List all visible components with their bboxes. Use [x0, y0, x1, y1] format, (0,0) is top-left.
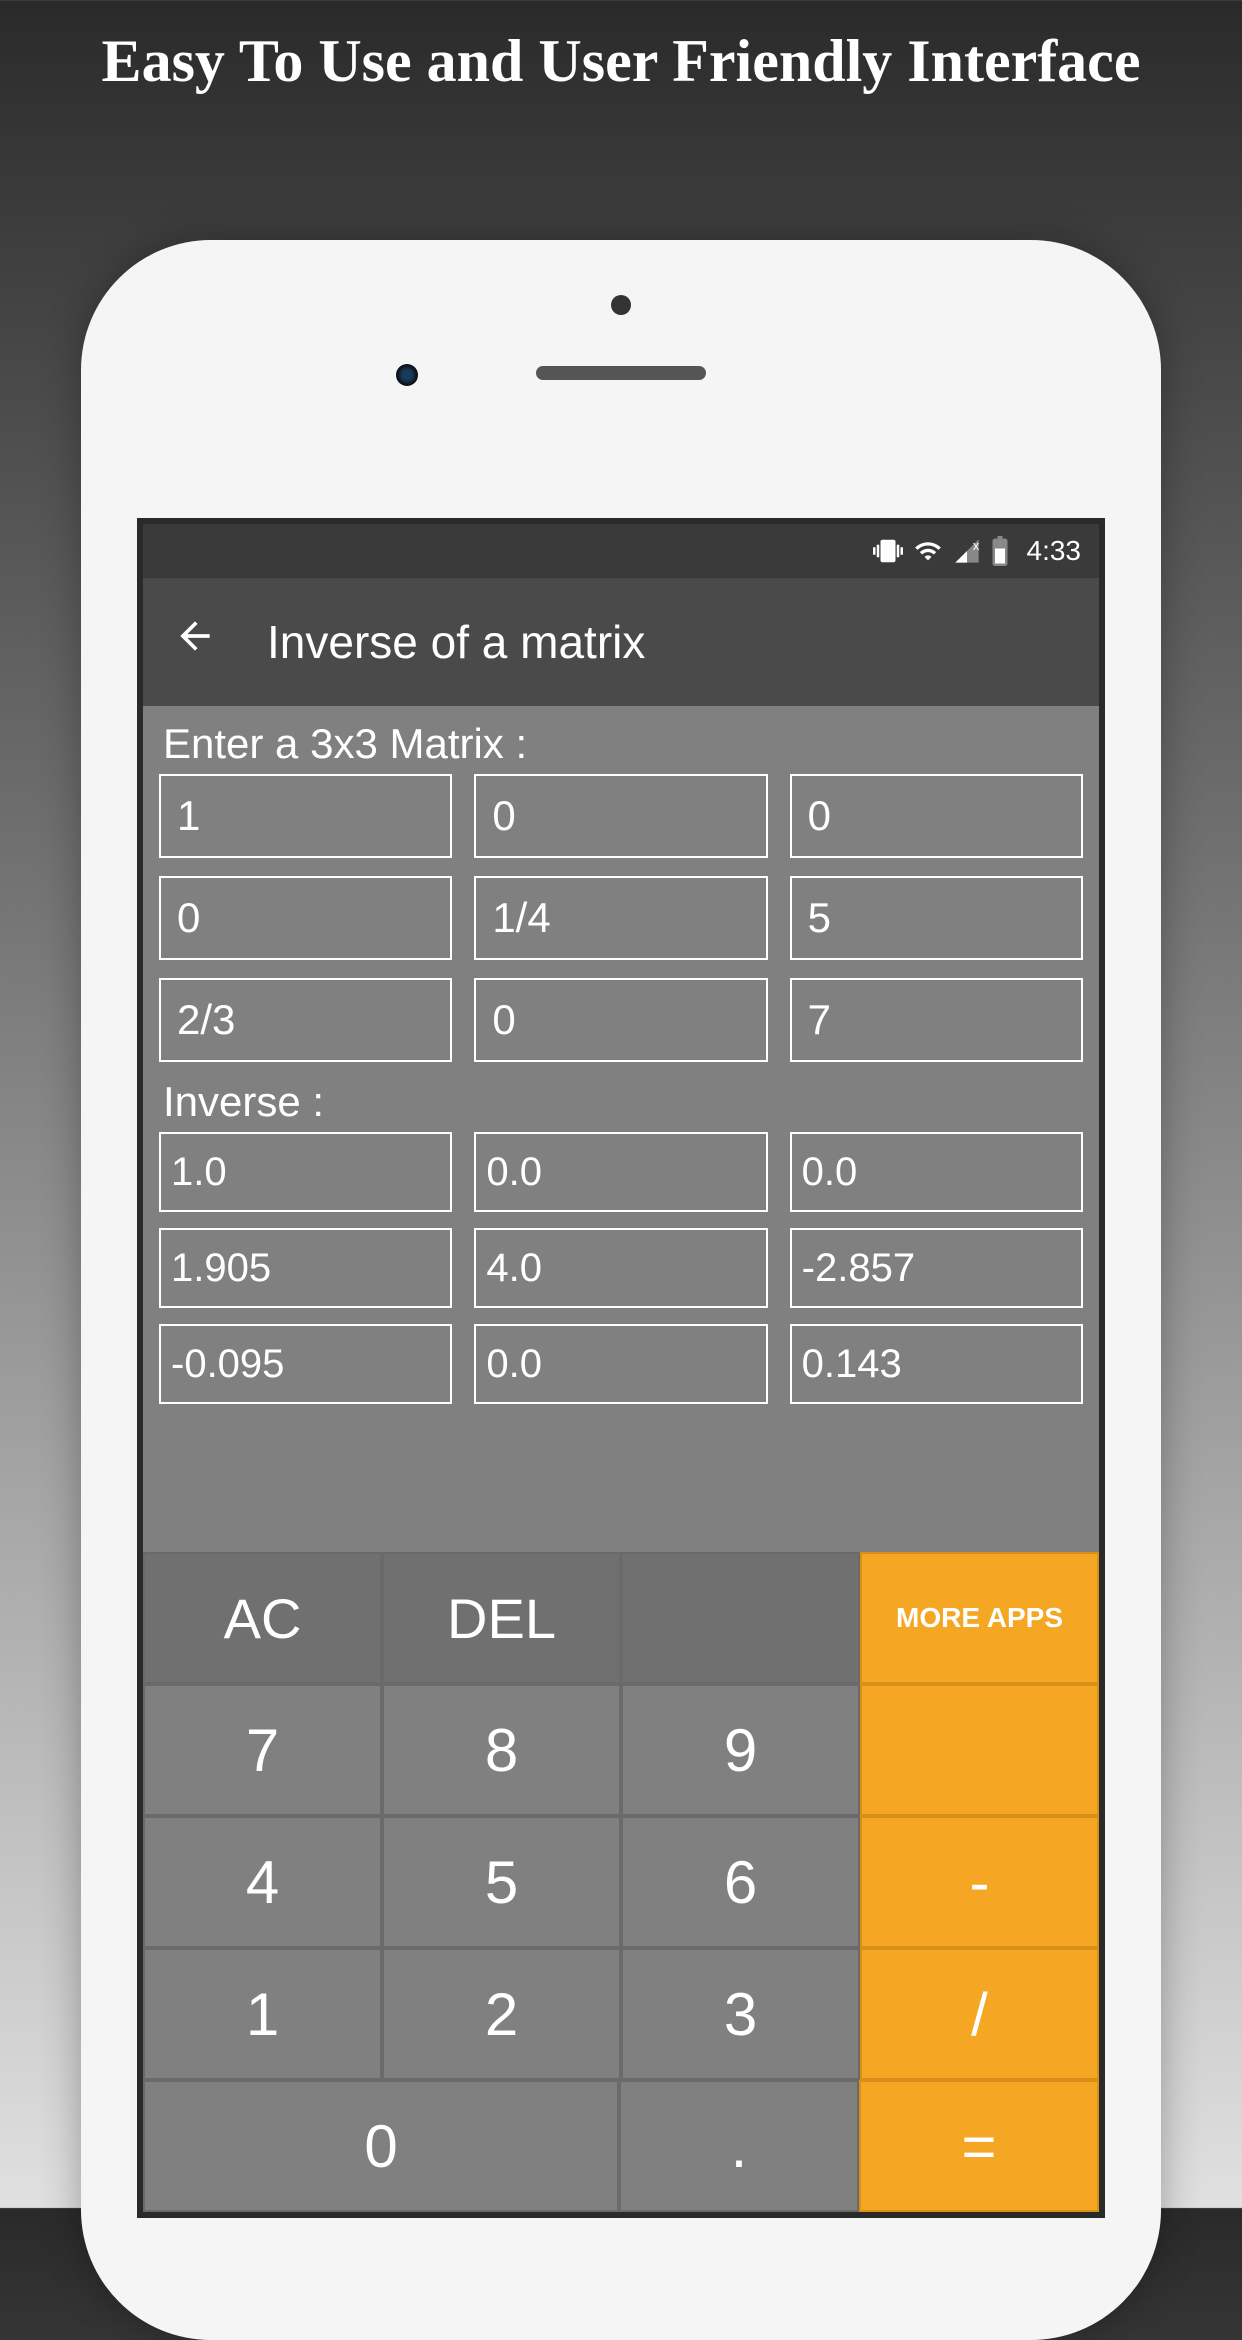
status-bar: x 4:33: [143, 524, 1099, 578]
keypad-5[interactable]: 5: [382, 1816, 621, 1948]
keypad-2[interactable]: 2: [382, 1948, 621, 2080]
result-matrix-grid: 1.0 0.0 0.0 1.905 4.0 -2.857 -0.095 0.0 …: [159, 1132, 1083, 1404]
back-arrow-icon[interactable]: [163, 604, 227, 680]
result-0-1: 0.0: [474, 1132, 767, 1212]
result-1-1: 4.0: [474, 1228, 767, 1308]
matrix-input-2-2[interactable]: 7: [790, 978, 1083, 1062]
result-1-0: 1.905: [159, 1228, 452, 1308]
matrix-input-0-1[interactable]: 0: [474, 774, 767, 858]
keypad-op-empty[interactable]: [860, 1684, 1099, 1816]
page-title: Inverse of a matrix: [267, 615, 645, 669]
input-matrix-label: Enter a 3x3 Matrix :: [159, 714, 1083, 774]
matrix-input-2-1[interactable]: 0: [474, 978, 767, 1062]
phone-speaker: [536, 366, 706, 380]
phone-camera: [396, 364, 418, 386]
result-1-2: -2.857: [790, 1228, 1083, 1308]
matrix-input-2-0[interactable]: 2/3: [159, 978, 452, 1062]
del-button[interactable]: DEL: [382, 1552, 621, 1684]
matrix-input-1-2[interactable]: 5: [790, 876, 1083, 960]
matrix-input-1-0[interactable]: 0: [159, 876, 452, 960]
matrix-input-0-0[interactable]: 1: [159, 774, 452, 858]
result-2-0: -0.095: [159, 1324, 452, 1404]
keypad-0[interactable]: 0: [143, 2080, 619, 2212]
input-matrix-grid: 1 0 0 0 1/4 5 2/3 0 7: [159, 774, 1083, 1062]
keypad-minus[interactable]: -: [860, 1816, 1099, 1948]
result-0-2: 0.0: [790, 1132, 1083, 1212]
result-label: Inverse :: [159, 1072, 1083, 1132]
ac-button[interactable]: AC: [143, 1552, 382, 1684]
result-2-2: 0.143: [790, 1324, 1083, 1404]
status-time: 4:33: [1027, 535, 1082, 567]
keypad-1[interactable]: 1: [143, 1948, 382, 2080]
keypad: AC DEL MORE APPS 7 8 9 4 5 6 - 1 2 3: [143, 1552, 1099, 2212]
keypad-dot[interactable]: .: [619, 2080, 859, 2212]
phone-frame: x 4:33 Inverse of a matrix Enter a 3x3 M…: [81, 240, 1161, 2340]
keypad-3[interactable]: 3: [621, 1948, 860, 2080]
keypad-equals[interactable]: =: [859, 2080, 1099, 2212]
matrix-input-1-1[interactable]: 1/4: [474, 876, 767, 960]
promo-headline: Easy To Use and User Friendly Interface: [0, 0, 1242, 107]
keypad-empty: [621, 1552, 860, 1684]
signal-icon: x: [953, 537, 981, 565]
keypad-9[interactable]: 9: [621, 1684, 860, 1816]
keypad-8[interactable]: 8: [382, 1684, 621, 1816]
keypad-7[interactable]: 7: [143, 1684, 382, 1816]
keypad-slash[interactable]: /: [860, 1948, 1099, 2080]
svg-text:x: x: [972, 538, 979, 553]
matrix-input-0-2[interactable]: 0: [790, 774, 1083, 858]
keypad-4[interactable]: 4: [143, 1816, 382, 1948]
app-screen: x 4:33 Inverse of a matrix Enter a 3x3 M…: [137, 518, 1105, 2218]
result-0-0: 1.0: [159, 1132, 452, 1212]
app-bar: Inverse of a matrix: [143, 578, 1099, 706]
result-2-1: 0.0: [474, 1324, 767, 1404]
vibrate-icon: [873, 536, 903, 566]
phone-sensor-dot: [611, 295, 631, 315]
keypad-6[interactable]: 6: [621, 1816, 860, 1948]
battery-icon: [991, 536, 1009, 566]
content-area: Enter a 3x3 Matrix : 1 0 0 0 1/4 5 2/3 0…: [143, 706, 1099, 1412]
wifi-icon: [913, 537, 943, 565]
more-apps-button[interactable]: MORE APPS: [860, 1552, 1099, 1684]
